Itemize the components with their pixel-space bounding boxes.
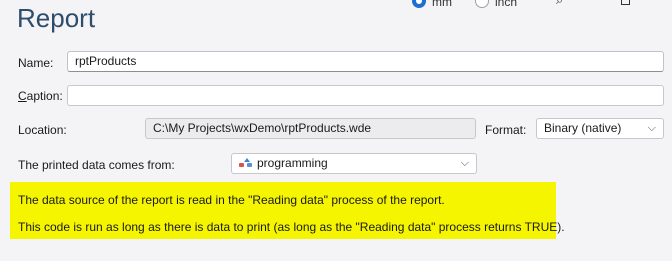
inch-radio[interactable] (475, 0, 489, 8)
format-select-value: Binary (native) (544, 121, 622, 135)
location-field[interactable]: C:\My Projects\wxDemo\rptProducts.wde (145, 118, 476, 139)
note-line-2: This code is run as long as there is dat… (18, 220, 565, 234)
search-icon[interactable]: ⌕ (556, 0, 563, 8)
info-note: The data source of the report is read in… (10, 182, 565, 239)
name-input[interactable]: rptProducts (67, 51, 664, 72)
mm-radio[interactable] (412, 0, 426, 8)
caption-label: Caption: (18, 89, 63, 103)
name-label: Name: (18, 56, 54, 70)
format-select[interactable]: Binary (native) ⌵ (536, 118, 664, 139)
mm-radio-label[interactable]: mm (432, 0, 452, 9)
source-select-value: programming (257, 156, 328, 170)
format-label: Format: (485, 123, 527, 137)
page-title: Report (17, 3, 96, 33)
chevron-down-icon: ⌵ (460, 157, 469, 169)
source-label: The printed data comes from: (18, 158, 175, 172)
window-square-icon[interactable] (621, 0, 630, 5)
programming-icon (239, 158, 253, 168)
caption-label-rest: aption: (26, 89, 63, 103)
chevron-down-icon: ⌵ (647, 122, 656, 134)
caption-label-accelerator: C (18, 89, 27, 103)
caption-input[interactable] (67, 85, 664, 106)
inch-radio-label[interactable]: inch (495, 0, 517, 9)
source-select[interactable]: programming ⌵ (231, 153, 477, 174)
note-line-1: The data source of the report is read in… (18, 193, 445, 207)
location-label: Location: (18, 123, 67, 137)
